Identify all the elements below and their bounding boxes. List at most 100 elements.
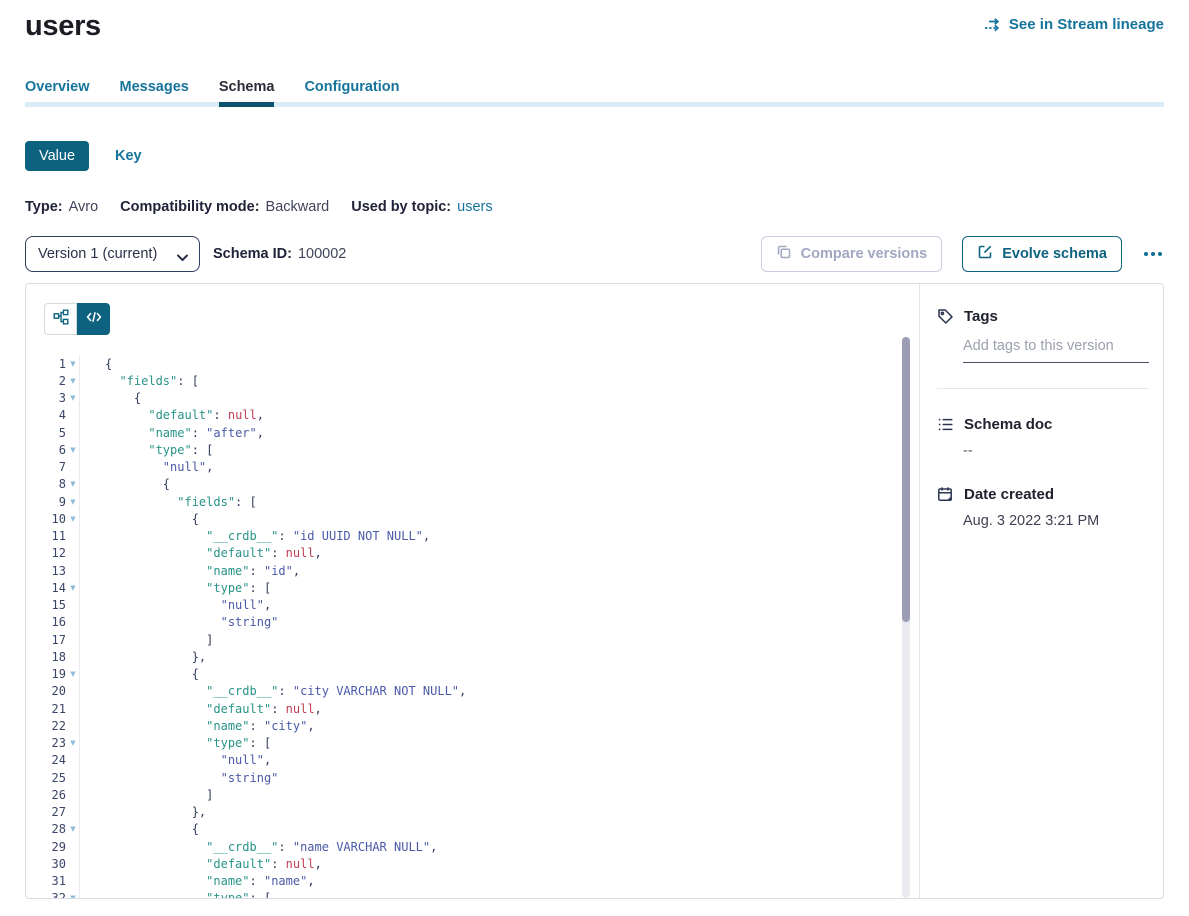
fold-toggle-icon[interactable]: ▼	[66, 394, 80, 402]
code-text: {	[80, 512, 199, 526]
code-line: 10▼ {	[26, 510, 919, 527]
date-created-heading-label: Date created	[964, 486, 1054, 503]
fold-toggle-icon[interactable]: ▼	[66, 670, 80, 678]
gutter: 14▼	[26, 579, 80, 596]
tab-bar: Overview Messages Schema Configuration	[25, 79, 1164, 107]
version-select[interactable]: Version 1 (current)	[25, 236, 200, 272]
edit-icon	[977, 244, 993, 264]
tree-view-button[interactable]	[44, 303, 77, 335]
date-created-value: Aug. 3 2022 3:21 PM	[963, 513, 1149, 529]
gutter: 6▼	[26, 441, 80, 458]
line-number: 5	[26, 426, 66, 440]
gutter: 5	[26, 424, 80, 441]
code-text: ]	[80, 788, 213, 802]
code-line: 24 "null",	[26, 752, 919, 769]
gutter: 30	[26, 855, 80, 872]
schema-id: Schema ID: 100002	[213, 246, 346, 262]
line-number: 8	[26, 477, 66, 491]
tab-messages[interactable]: Messages	[120, 79, 189, 107]
code-line: 15 "null",	[26, 597, 919, 614]
code-text: "__crdb__": "name VARCHAR NULL",	[80, 840, 437, 854]
code-text: {	[80, 822, 199, 836]
gutter: 22	[26, 717, 80, 734]
fold-toggle-icon[interactable]: ▼	[66, 480, 80, 488]
line-number: 29	[26, 840, 66, 854]
code-line: 20 "__crdb__": "city VARCHAR NOT NULL",	[26, 683, 919, 700]
gutter: 15	[26, 597, 80, 614]
stream-lineage-link[interactable]: See in Stream lineage	[984, 16, 1164, 33]
meta-value: Avro	[69, 199, 99, 215]
code-line: 31 "name": "name",	[26, 873, 919, 890]
code-line: 16 "string"	[26, 614, 919, 631]
schema-doc-value: --	[963, 443, 1149, 459]
line-number: 20	[26, 684, 66, 698]
tab-configuration[interactable]: Configuration	[304, 79, 399, 107]
schema-json-editor[interactable]: 1▼{2▼ "fields": [3▼ {4 "default": null,5…	[26, 355, 919, 898]
fold-toggle-icon[interactable]: ▼	[66, 739, 80, 747]
line-number: 7	[26, 460, 66, 474]
compare-versions-label: Compare versions	[801, 246, 928, 262]
version-bar: Version 1 (current) Schema ID: 100002 Co…	[25, 236, 1164, 272]
fold-toggle-icon[interactable]: ▼	[66, 515, 80, 523]
code-line: 19▼ {	[26, 666, 919, 683]
gutter: 2▼	[26, 372, 80, 389]
code-line: 8▼ {	[26, 476, 919, 493]
evolve-schema-label: Evolve schema	[1002, 246, 1107, 262]
code-text: "fields": [	[80, 495, 257, 509]
line-number: 2	[26, 374, 66, 388]
tab-overview[interactable]: Overview	[25, 79, 90, 107]
code-line: 17 ]	[26, 631, 919, 648]
line-number: 26	[26, 788, 66, 802]
code-text: },	[80, 650, 206, 664]
code-text: "type": [	[80, 443, 213, 457]
compare-versions-button[interactable]: Compare versions	[761, 236, 943, 272]
code-line: 11 "__crdb__": "id UUID NOT NULL",	[26, 528, 919, 545]
gutter: 4	[26, 407, 80, 424]
line-number: 1	[26, 357, 66, 371]
gutter: 25	[26, 769, 80, 786]
fold-toggle-icon[interactable]: ▼	[66, 377, 80, 385]
gutter: 8▼	[26, 476, 80, 493]
editor-scrollbar-thumb[interactable]	[902, 337, 910, 622]
evolve-schema-button[interactable]: Evolve schema	[962, 236, 1122, 272]
code-text: "null",	[80, 460, 213, 474]
code-line: 21 "default": null,	[26, 700, 919, 717]
code-view-button[interactable]	[77, 303, 110, 335]
gutter: 12	[26, 545, 80, 562]
line-number: 9	[26, 495, 66, 509]
fold-toggle-icon[interactable]: ▼	[66, 360, 80, 368]
tree-view-icon	[53, 309, 69, 330]
code-text: {	[80, 391, 141, 405]
code-text: "name": "city",	[80, 719, 315, 733]
line-number: 10	[26, 512, 66, 526]
topic-link[interactable]: users	[457, 199, 492, 215]
gutter: 21	[26, 700, 80, 717]
more-options-button[interactable]	[1142, 248, 1164, 260]
add-tags-input[interactable]	[963, 338, 1149, 363]
meta-value: Backward	[266, 199, 330, 215]
fold-toggle-icon[interactable]: ▼	[66, 825, 80, 833]
ellipsis-dot	[1151, 252, 1155, 256]
line-number: 30	[26, 857, 66, 871]
date-created-section: Date created Aug. 3 2022 3:21 PM	[937, 486, 1149, 529]
code-line: 26 ]	[26, 786, 919, 803]
tab-schema[interactable]: Schema	[219, 79, 275, 107]
meta-item: Used by topic:users	[351, 199, 492, 215]
code-line: 27 },	[26, 804, 919, 821]
code-text: "fields": [	[80, 374, 199, 388]
fold-toggle-icon[interactable]: ▼	[66, 446, 80, 454]
value-toggle-button[interactable]: Value	[25, 141, 89, 171]
schema-doc-heading-label: Schema doc	[964, 416, 1052, 433]
gutter: 10▼	[26, 510, 80, 527]
version-actions: Compare versions Evolve schema	[761, 236, 1164, 272]
gutter: 32▼	[26, 890, 80, 898]
fold-toggle-icon[interactable]: ▼	[66, 498, 80, 506]
meta-label: Compatibility mode:	[120, 199, 259, 215]
code-text: {	[80, 667, 199, 681]
fold-toggle-icon[interactable]: ▼	[66, 894, 80, 898]
meta-item: Type:Avro	[25, 199, 98, 215]
gutter: 27	[26, 804, 80, 821]
code-text: "name": "id",	[80, 564, 300, 578]
fold-toggle-icon[interactable]: ▼	[66, 584, 80, 592]
key-toggle-button[interactable]: Key	[115, 148, 142, 164]
